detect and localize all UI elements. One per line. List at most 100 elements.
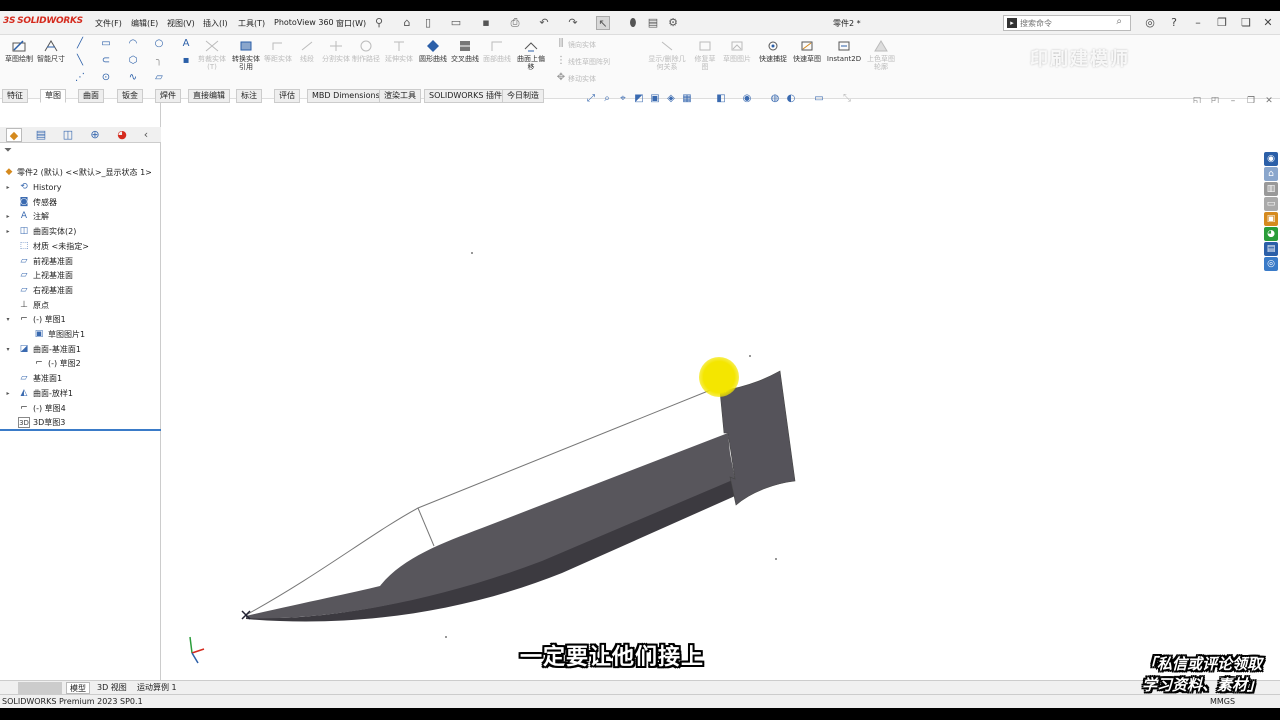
- tree-item[interactable]: ▸ A 注解: [0, 209, 161, 224]
- expand-toggle-icon[interactable]: ▸: [4, 386, 12, 401]
- fillet-icon[interactable]: ╮: [153, 55, 165, 67]
- command-tab[interactable]: 渲染工具: [379, 89, 421, 103]
- menu-edit[interactable]: 编辑(E): [131, 18, 158, 29]
- linear-pattern-icon[interactable]: ⋮: [555, 55, 567, 67]
- shaded-sketch-button[interactable]: 上色草图轮廓: [866, 39, 896, 71]
- command-tab[interactable]: 评估: [274, 89, 300, 103]
- home-pane-icon[interactable]: ⌂: [1264, 167, 1278, 181]
- tree-item[interactable]: ▾ ⌐ (-) 草图1: [0, 312, 161, 327]
- dimxpert-tab-icon[interactable]: ⊕: [87, 128, 103, 142]
- traffic-light-icon[interactable]: ⬮: [626, 16, 640, 30]
- text-sketch-icon[interactable]: A: [180, 38, 192, 50]
- search-icon[interactable]: ⌕: [1116, 16, 1122, 27]
- new-document-icon[interactable]: ▯: [421, 16, 435, 30]
- menu-file[interactable]: 文件(F): [95, 18, 122, 29]
- tree-item[interactable]: 3D 3D草图3: [0, 415, 161, 430]
- tree-item[interactable]: ▱ 右视基准面: [0, 283, 161, 298]
- tree-item[interactable]: ▱ 前视基准面: [0, 254, 161, 269]
- solidworks-logo[interactable]: 3S SOLIDWORKS: [3, 16, 83, 26]
- tree-item[interactable]: ⬚ 材质 <未指定>: [0, 239, 161, 254]
- command-tab[interactable]: 直接编辑: [188, 89, 230, 103]
- move-entities-label[interactable]: 移动实体: [568, 74, 596, 84]
- status-units[interactable]: MMGS: [1210, 697, 1235, 706]
- surface-curve-button[interactable]: 圆形曲线: [418, 39, 448, 63]
- extend-entities-button[interactable]: 延伸实体: [384, 39, 414, 63]
- save-icon[interactable]: ▪: [479, 16, 493, 30]
- menu-tools[interactable]: 工具(T): [238, 18, 265, 29]
- undo-icon[interactable]: ↶: [537, 16, 551, 30]
- plane-sketch-icon[interactable]: ▱: [153, 72, 165, 84]
- point-icon[interactable]: ▪: [180, 55, 192, 67]
- mirror-entities-label[interactable]: 镜向实体: [568, 40, 596, 50]
- move-entities-icon[interactable]: ✥: [555, 72, 567, 84]
- tab-motion-study[interactable]: 运动算例 1: [134, 682, 180, 694]
- trim-button[interactable]: 剪裁实体(T): [198, 39, 226, 71]
- sketch-point[interactable]: [775, 558, 777, 560]
- forum-icon[interactable]: ◎: [1264, 257, 1278, 271]
- ellipse-icon[interactable]: ⊙: [100, 72, 112, 84]
- menu-insert[interactable]: 插入(I): [203, 18, 228, 29]
- command-tab[interactable]: 标注: [236, 89, 262, 103]
- split-entities-button[interactable]: 分割实体: [322, 39, 350, 63]
- tab-model[interactable]: 模型: [66, 682, 90, 694]
- solidworks-resources-icon[interactable]: ◉: [1264, 152, 1278, 166]
- options-gear-icon[interactable]: ⚙: [666, 16, 680, 30]
- menu-window[interactable]: 窗口(W): [336, 18, 366, 29]
- tree-item[interactable]: ▸ ⟲ History: [0, 180, 161, 195]
- tree-item[interactable]: ▱ 上视基准面: [0, 268, 161, 283]
- linear-pattern-label[interactable]: 线性草图阵列: [568, 57, 610, 67]
- quick-sketch-button[interactable]: 快速草图: [792, 39, 822, 63]
- user-icon[interactable]: ◎: [1142, 15, 1158, 31]
- design-library-icon[interactable]: ▥: [1264, 182, 1278, 196]
- minimize-icon[interactable]: –: [1190, 15, 1206, 31]
- construction-icon[interactable]: ⋰: [74, 72, 86, 84]
- custom-properties-icon[interactable]: ▤: [1264, 242, 1278, 256]
- slot2-icon[interactable]: ⊂: [100, 55, 112, 67]
- menu-view[interactable]: 视图(V): [167, 18, 195, 29]
- tree-item[interactable]: ⊥ 原点: [0, 298, 161, 313]
- intersection-curve-button[interactable]: 交叉曲线: [450, 39, 480, 63]
- rapid-snap-button[interactable]: 快速捕捉: [758, 39, 788, 63]
- expand-toggle-icon[interactable]: ▾: [4, 342, 12, 357]
- offset-entities-button[interactable]: 等距实体: [264, 39, 292, 63]
- instant2d-button[interactable]: Instant2D: [826, 39, 862, 63]
- make-path-button[interactable]: 制作路径: [352, 39, 380, 63]
- file-properties-icon[interactable]: ▤: [646, 16, 660, 30]
- pin-icon[interactable]: ⚲: [372, 16, 386, 30]
- home-icon[interactable]: ⌂: [400, 16, 414, 30]
- sketch-picture-button[interactable]: 草图图片: [722, 39, 752, 63]
- close-icon[interactable]: ✕: [1260, 15, 1276, 31]
- expand-toggle-icon[interactable]: ▸: [4, 180, 12, 195]
- command-tab[interactable]: SOLIDWORKS 插件: [424, 89, 507, 103]
- line-icon[interactable]: ╱: [74, 38, 86, 50]
- tree-item[interactable]: ▱ 基准面1: [0, 371, 161, 386]
- spline-icon[interactable]: ∿: [127, 72, 139, 84]
- filter-icon[interactable]: ⏷: [4, 145, 12, 156]
- command-tab[interactable]: MBD Dimensions: [307, 89, 385, 103]
- command-tab[interactable]: 特征: [2, 89, 28, 103]
- repair-sketch-button[interactable]: 修复草图: [692, 39, 718, 71]
- redo-icon[interactable]: ↷: [566, 16, 580, 30]
- tree-item[interactable]: ▾ ◪ 曲面-基准面1: [0, 342, 161, 357]
- search-input[interactable]: [1020, 17, 1115, 29]
- smart-dimension-button[interactable]: 智能尺寸: [36, 39, 66, 63]
- open-folder-icon[interactable]: ▭: [449, 16, 463, 30]
- offset-on-surface-button[interactable]: 曲面上偏移: [514, 39, 548, 71]
- command-search[interactable]: ▸ ⌕: [1003, 15, 1131, 31]
- mirror-icon[interactable]: ⫼: [555, 38, 567, 50]
- view-palette-icon[interactable]: ▣: [1264, 212, 1278, 226]
- menu-photoview[interactable]: PhotoView 360: [274, 18, 334, 27]
- display-relations-button[interactable]: 显示/删除几何关系: [646, 39, 688, 71]
- select-arrow-icon[interactable]: ↖: [596, 16, 610, 30]
- rollback-bar[interactable]: [0, 429, 161, 431]
- tree-item[interactable]: ⌐ (-) 草图4: [0, 401, 161, 416]
- tile-icon[interactable]: ❏: [1238, 15, 1254, 31]
- command-tab[interactable]: 曲面: [78, 89, 104, 103]
- convert-entities-button[interactable]: 转换实体引用: [230, 39, 262, 71]
- expand-toggle-icon[interactable]: ▾: [4, 312, 12, 327]
- tab-3d-views[interactable]: 3D 视图: [94, 682, 130, 694]
- sketch-point[interactable]: [749, 355, 751, 357]
- help-icon[interactable]: ?: [1166, 15, 1182, 31]
- sketch-point[interactable]: [445, 636, 447, 638]
- tree-item[interactable]: ▣ 草图图片1: [0, 327, 161, 342]
